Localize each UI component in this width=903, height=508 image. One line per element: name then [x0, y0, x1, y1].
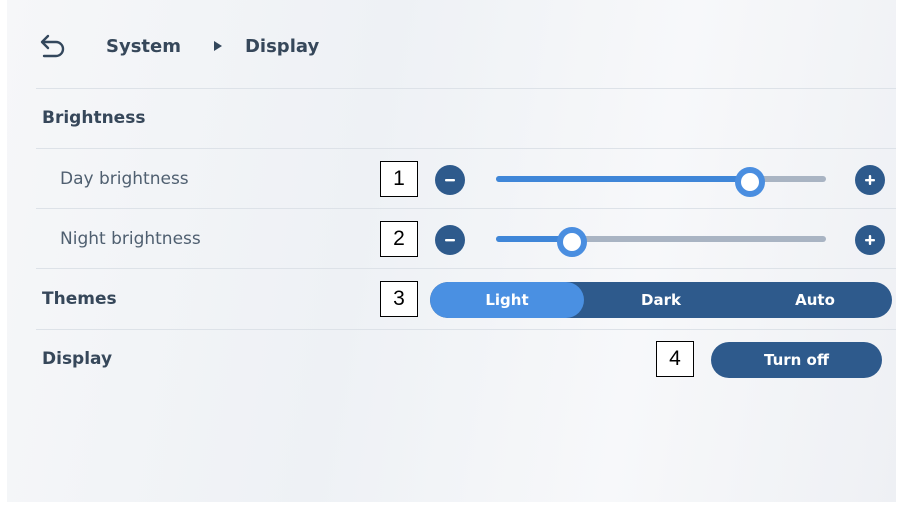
day-brightness-knob[interactable]: [735, 167, 766, 197]
night-brightness-label: Night brightness: [60, 229, 201, 249]
night-brightness-slider[interactable]: [496, 236, 826, 242]
page-title: Display: [244, 35, 320, 57]
minus-icon: [445, 179, 455, 182]
triangle-right-icon: [213, 39, 223, 53]
night-brightness-knob[interactable]: [556, 227, 587, 257]
marker-1: 1: [380, 161, 418, 197]
plus-icon: [865, 235, 875, 245]
divider: [36, 208, 896, 209]
section-title-display: Display: [42, 349, 113, 369]
day-decrease-button[interactable]: [435, 165, 465, 195]
marker-4: 4: [656, 341, 694, 377]
marker-2: 2: [380, 221, 418, 257]
section-title-themes: Themes: [42, 289, 117, 309]
theme-segmented-control: Light Dark Auto: [430, 282, 892, 318]
night-decrease-button[interactable]: [435, 225, 465, 255]
marker-3: 3: [380, 281, 418, 317]
theme-option-auto[interactable]: Auto: [738, 282, 892, 318]
plus-icon: [865, 175, 875, 185]
night-increase-button[interactable]: [855, 225, 885, 255]
breadcrumb: System Display: [36, 30, 319, 62]
divider: [36, 88, 896, 89]
theme-option-light[interactable]: Light: [430, 282, 584, 318]
turn-off-button[interactable]: Turn off: [711, 342, 882, 378]
day-brightness-fill: [496, 176, 751, 182]
divider: [36, 329, 896, 330]
section-title-brightness: Brightness: [42, 108, 146, 128]
day-brightness-label: Day brightness: [60, 169, 189, 189]
back-arrow-icon[interactable]: [36, 31, 70, 61]
theme-option-dark[interactable]: Dark: [584, 282, 738, 318]
day-brightness-slider[interactable]: [496, 176, 826, 182]
day-increase-button[interactable]: [855, 165, 885, 195]
minus-icon: [445, 239, 455, 242]
divider: [36, 268, 896, 269]
divider: [36, 148, 896, 149]
breadcrumb-parent[interactable]: System: [106, 36, 181, 57]
